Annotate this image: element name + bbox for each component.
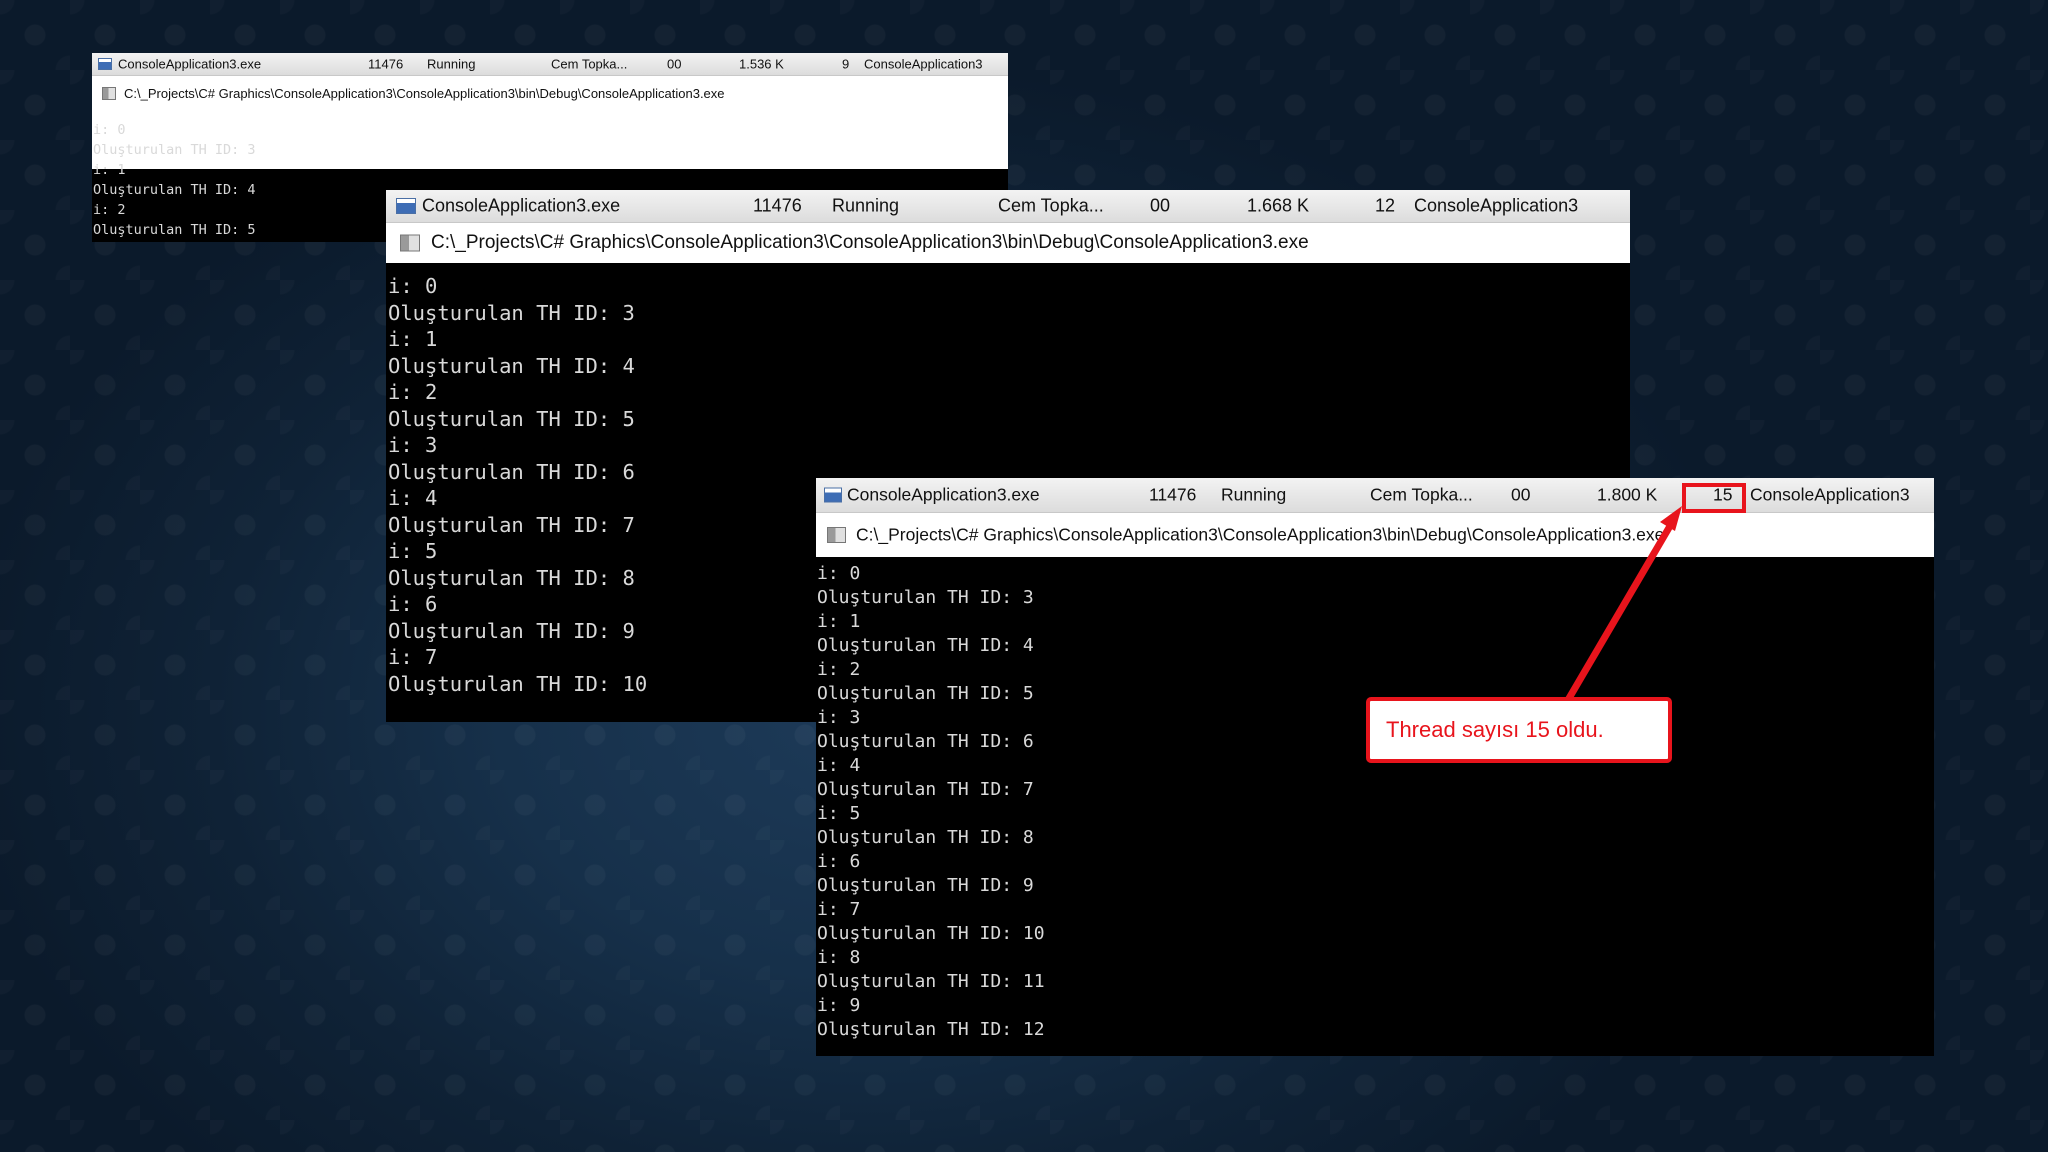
process-memory: 1.668 K — [1247, 195, 1310, 216]
console-line: Oluşturulan TH ID: 10 — [817, 923, 1045, 944]
process-name: ConsoleApplication3.exe — [847, 484, 1040, 505]
console-line: i: 1 — [93, 162, 126, 178]
console-line: i: 2 — [817, 659, 861, 680]
threads-highlight-box — [1682, 483, 1746, 513]
console-title-bar[interactable]: C:\_Projects\C# Graphics\ConsoleApplicat… — [816, 513, 1934, 557]
process-description: ConsoleApplication3 — [1414, 195, 1579, 216]
console-app-icon — [396, 198, 416, 214]
process-memory: 1.536 K — [739, 56, 784, 72]
process-description: ConsoleApplication3 — [1750, 484, 1910, 505]
console-line: i: 9 — [817, 995, 861, 1016]
console-path: C:\_Projects\C# Graphics\ConsoleApplicat… — [124, 86, 725, 101]
process-memory: 1.800 K — [1597, 484, 1658, 505]
console-path: C:\_Projects\C# Graphics\ConsoleApplicat… — [856, 524, 1665, 545]
console-line: i: 7 — [817, 899, 861, 920]
console-line: i: 0 — [93, 122, 126, 138]
process-user: Cem Topka... — [1370, 484, 1473, 505]
console-line: i: 5 — [817, 803, 861, 824]
process-pid: 11476 — [1149, 484, 1197, 505]
console-line: i: 2 — [388, 380, 438, 404]
process-name: ConsoleApplication3.exe — [422, 195, 621, 216]
process-threads: 12 — [1375, 195, 1396, 216]
process-name: ConsoleApplication3.exe — [118, 56, 262, 72]
process-threads: 9 — [842, 56, 850, 72]
process-status: Running — [427, 56, 476, 72]
console-line: i: 0 — [817, 563, 861, 584]
task-manager-row[interactable]: ConsoleApplication3.exe 11476 Running Ce… — [386, 190, 1630, 223]
console-line: Oluşturulan TH ID: 8 — [817, 827, 1034, 848]
console-title-bar[interactable]: C:\_Projects\C# Graphics\ConsoleApplicat… — [386, 223, 1630, 263]
console-line: Oluşturulan TH ID: 12 — [817, 1019, 1045, 1040]
console-app-icon — [824, 487, 842, 503]
console-line: i: 1 — [817, 611, 861, 632]
console-output: i: 0 Oluşturulan TH ID: 3 i: 1 Oluşturulan … — [816, 562, 1934, 1056]
task-manager-row[interactable]: ConsoleApplication3.exe 11476 Running Ce… — [92, 53, 1008, 76]
console-line: i: 0 — [388, 274, 438, 298]
console-line: Oluşturulan TH ID: 3 — [388, 300, 635, 325]
console-line: Oluşturulan TH ID: 7 — [817, 779, 1034, 800]
process-cpu: 00 — [667, 56, 682, 72]
process-status: Running — [832, 195, 900, 216]
process-user: Cem Topka... — [998, 195, 1104, 216]
console-line: i: 3 — [388, 433, 438, 457]
console-window-icon — [102, 87, 116, 100]
process-cpu: 00 — [1150, 195, 1171, 216]
console-line: Oluşturulan TH ID: 4 — [817, 635, 1034, 656]
process-pid: 11476 — [368, 56, 404, 72]
console-line: Oluşturulan TH ID: 9 — [817, 875, 1034, 896]
console-line: Oluşturulan TH ID: 3 — [817, 587, 1034, 608]
console-line: Oluşturulan TH ID: 5 — [388, 406, 635, 431]
console-line: Oluşturulan TH ID: 11 — [817, 971, 1045, 992]
callout-note: Thread sayısı 15 oldu. — [1366, 697, 1672, 763]
console-path: C:\_Projects\C# Graphics\ConsoleApplicat… — [431, 232, 1309, 253]
process-pid: 11476 — [753, 195, 802, 216]
console-line: i: 8 — [817, 947, 861, 968]
console-line: Oluşturulan TH ID: 4 — [388, 353, 635, 378]
console-window-3: ConsoleApplication3.exe 11476 Running Ce… — [816, 478, 1934, 1056]
console-line: i: 6 — [817, 851, 861, 872]
console-app-icon — [98, 58, 112, 70]
process-cpu: 00 — [1511, 484, 1531, 505]
process-user: Cem Topka... — [551, 56, 628, 72]
console-window-icon — [827, 527, 846, 543]
console-line: Oluşturulan TH ID: 3 — [93, 142, 256, 158]
console-line: i: 1 — [388, 327, 438, 351]
process-description: ConsoleApplication3 — [864, 56, 983, 72]
process-status: Running — [1221, 484, 1287, 505]
console-window-icon — [400, 234, 420, 252]
task-manager-row[interactable]: ConsoleApplication3.exe 11476 Running Ce… — [816, 478, 1934, 513]
